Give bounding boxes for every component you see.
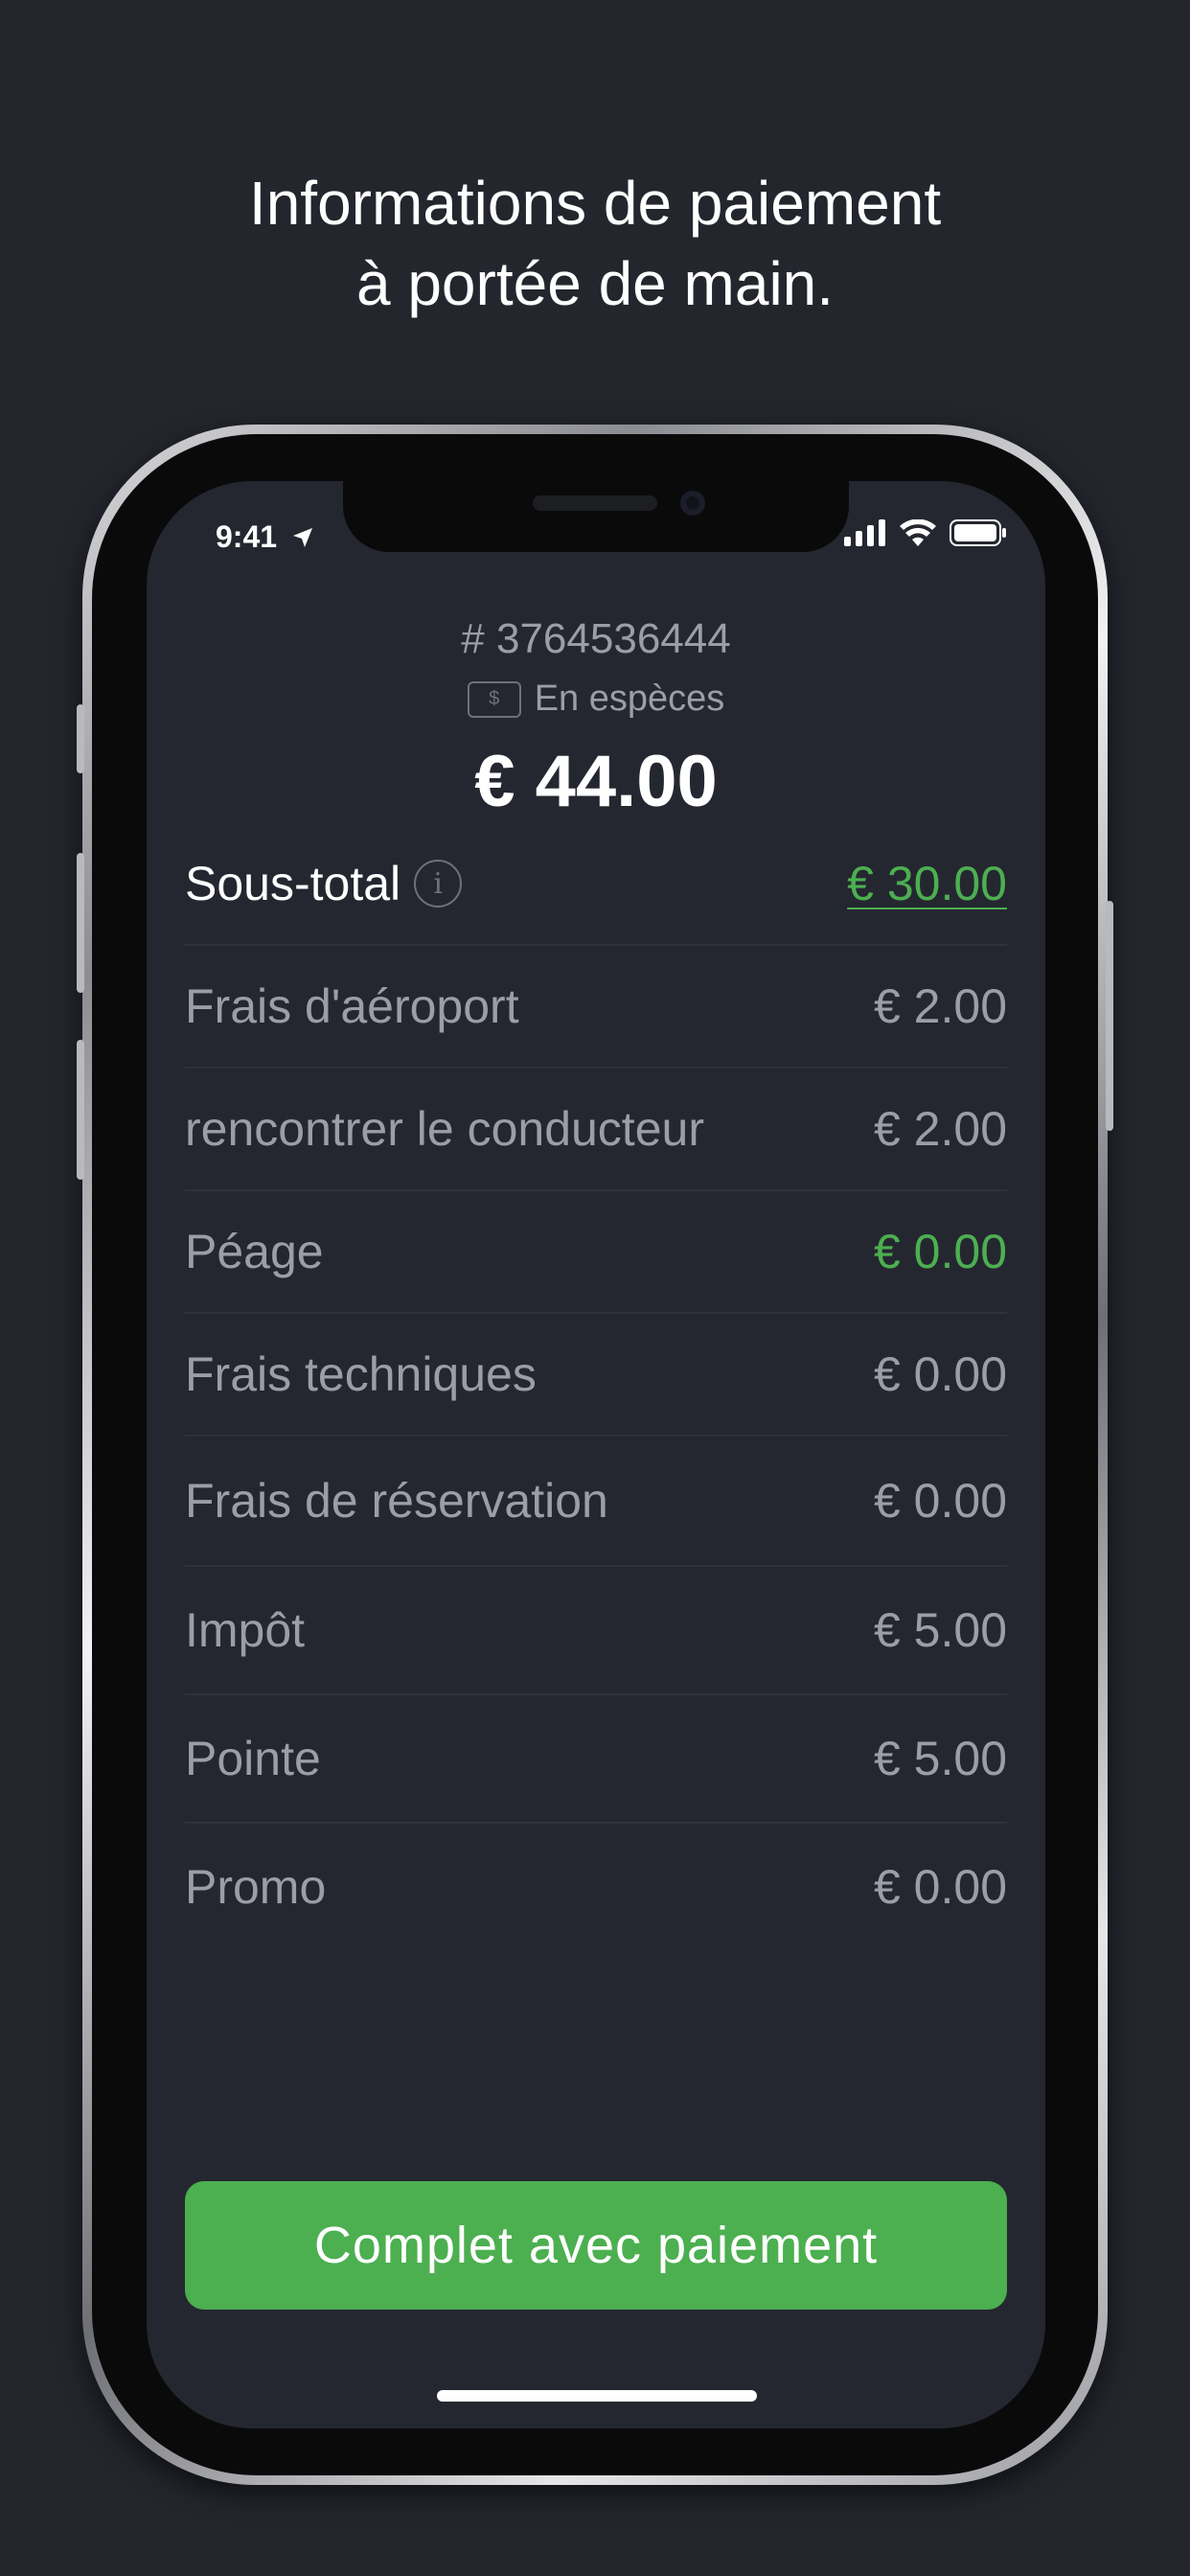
breakdown-label: Frais techniques (185, 1347, 537, 1401)
breakdown-label: Sous-total i (185, 856, 463, 911)
breakdown-label: Promo (185, 1860, 327, 1914)
breakdown-row-tax: Impôt € 5.00 (185, 1567, 1007, 1695)
breakdown-value: € 5.00 (873, 1603, 1007, 1657)
home-indicator[interactable] (437, 2390, 757, 2402)
wifi-icon (900, 519, 936, 546)
marketing-headline: Informations de paiement à portée de mai… (0, 163, 1190, 324)
breakdown-label: rencontrer le conducteur (185, 1102, 704, 1156)
volume-down-button (77, 1040, 84, 1180)
breakdown-value: € 2.00 (873, 979, 1007, 1033)
breakdown-row-booking-fee: Frais de réservation € 0.00 (185, 1437, 1007, 1567)
breakdown-row-surge: Pointe € 5.00 (185, 1695, 1007, 1824)
order-number: # 3764536444 (461, 615, 731, 662)
power-button (1106, 901, 1113, 1131)
breakdown-value: € 0.00 (873, 1860, 1007, 1914)
breakdown-row-subtotal: Sous-total i € 30.00 (185, 823, 1007, 946)
breakdown-value: € 0.00 (873, 1474, 1007, 1528)
breakdown-row-technical-fee: Frais techniques € 0.00 (185, 1314, 1007, 1437)
breakdown-row-toll: Péage € 0.00 (185, 1191, 1007, 1314)
battery-icon (950, 519, 1006, 546)
breakdown-value: € 0.00 (873, 1225, 1007, 1278)
status-bar: 9:41 (216, 519, 314, 555)
silent-switch (77, 704, 84, 773)
volume-up-button (77, 853, 84, 993)
cash-icon: $ (467, 680, 521, 718)
breakdown-label: Pointe (185, 1732, 321, 1785)
breakdown-label: Péage (185, 1225, 324, 1278)
headline-line-2: à portée de main. (355, 249, 835, 318)
speaker-grille (533, 495, 657, 511)
breakdown-row-promo: Promo € 0.00 (185, 1824, 1007, 1950)
order-total: € 44.00 (474, 741, 718, 822)
clock-time: 9:41 (216, 519, 278, 554)
signal-icon (844, 519, 885, 546)
headline-line-1: Informations de paiement (248, 169, 942, 238)
breakdown-row-meet-driver: rencontrer le conducteur € 2.00 (185, 1069, 1007, 1191)
breakdown-value: € 2.00 (873, 1102, 1007, 1156)
payment-method: $ En espèces (147, 678, 1045, 720)
location-arrow-icon (292, 528, 312, 547)
fare-breakdown: Sous-total i € 30.00 Frais d'aéroport € … (185, 823, 1007, 1950)
notch (343, 481, 849, 552)
breakdown-row-airport-fee: Frais d'aéroport € 2.00 (185, 946, 1007, 1069)
breakdown-value: € 0.00 (873, 1347, 1007, 1401)
subtotal-label: Sous-total (185, 857, 401, 910)
phone-screen: 9:41 # 3764536444 $ En espèces € 44.00 S… (147, 481, 1045, 2428)
payment-method-label: En espèces (534, 678, 725, 719)
breakdown-label: Impôt (185, 1603, 306, 1657)
breakdown-value: € 5.00 (873, 1732, 1007, 1785)
subtotal-value[interactable]: € 30.00 (847, 856, 1007, 911)
breakdown-label: Frais de réservation (185, 1474, 608, 1528)
front-camera (680, 491, 705, 516)
status-icons (844, 519, 1007, 546)
info-icon[interactable]: i (414, 860, 463, 908)
complete-payment-button[interactable]: Complet avec paiement (185, 2181, 1007, 2310)
breakdown-label: Frais d'aéroport (185, 979, 519, 1033)
